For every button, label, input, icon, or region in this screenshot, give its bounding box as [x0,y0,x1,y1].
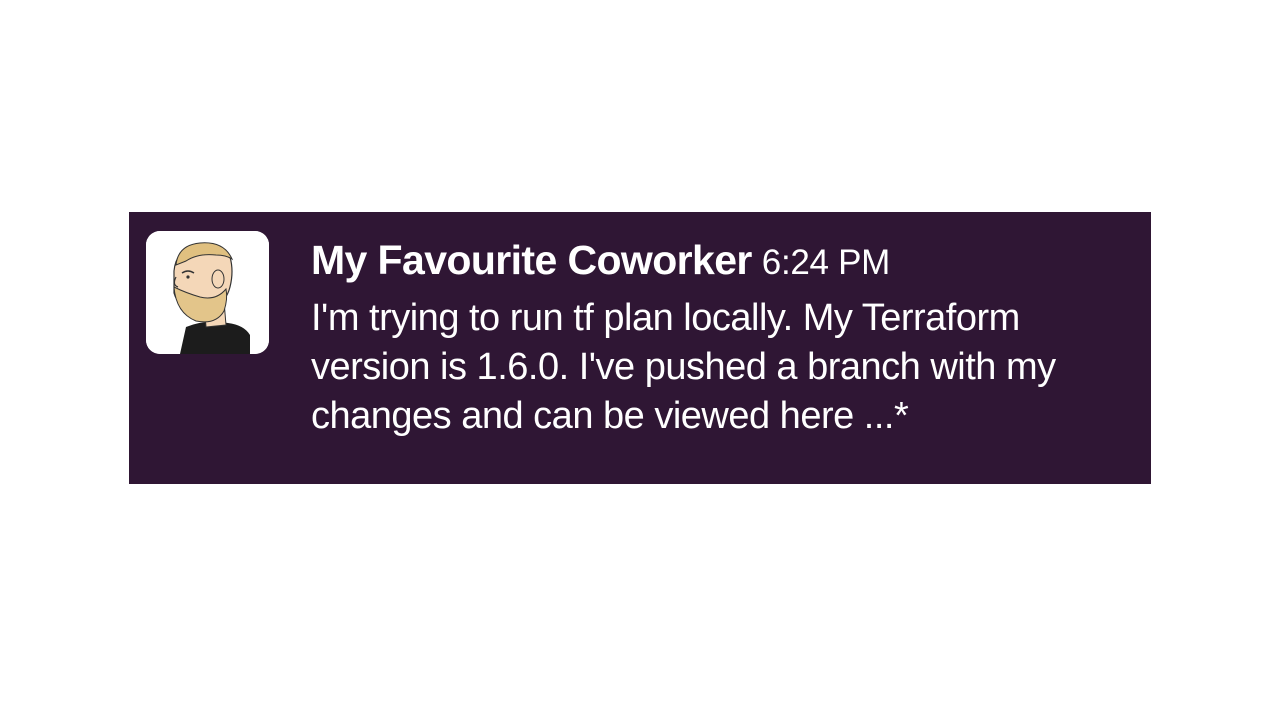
timestamp[interactable]: 6:24 PM [762,235,891,291]
bearded-man-avatar-icon [146,231,269,354]
sender-name[interactable]: My Favourite Coworker [311,232,752,288]
message-line: version is 1.6.0. I've pushed a branch w… [311,346,1056,388]
message-line: changes and can be viewed here ...* [311,395,909,437]
avatar[interactable] [146,231,269,354]
message-card: My Favourite Coworker 6:24 PM I'm trying… [129,212,1151,484]
message-content: My Favourite Coworker 6:24 PM I'm trying… [311,232,1131,441]
message-body: I'm trying to run tf plan locally. My Te… [311,294,1131,441]
message-header: My Favourite Coworker 6:24 PM [311,232,1131,288]
message-line: I'm trying to run tf plan locally. My Te… [311,297,1020,339]
